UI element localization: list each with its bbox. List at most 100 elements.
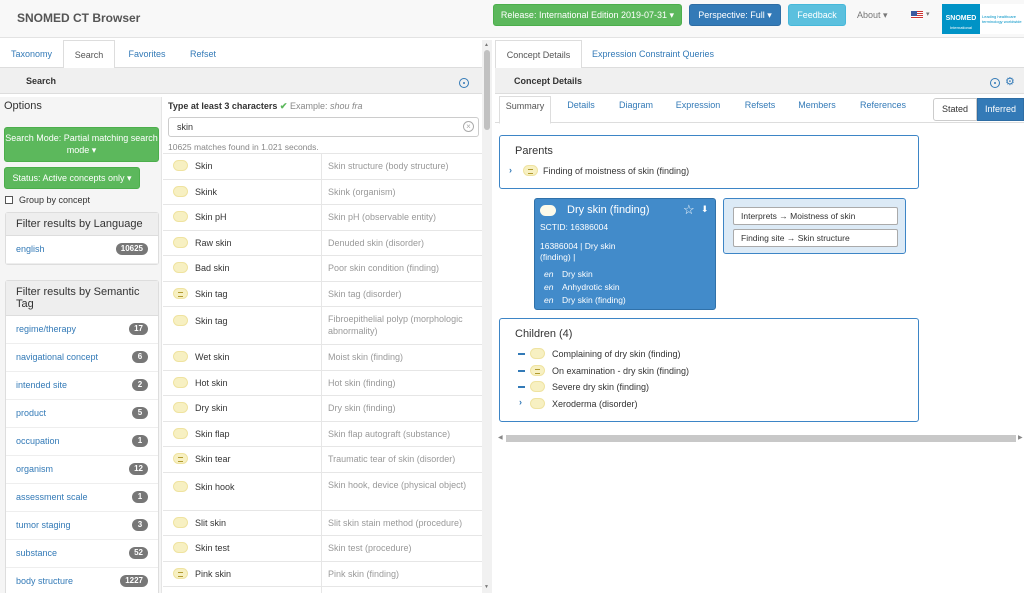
release-dropdown-button[interactable]: Release: International Edition 2019-07-3… bbox=[493, 4, 682, 26]
filter-label[interactable]: assessment scale bbox=[16, 492, 88, 502]
language-filter-item[interactable]: english 10625 bbox=[6, 236, 158, 264]
result-term[interactable]: Skin tag bbox=[195, 289, 228, 299]
result-term[interactable]: Skin test bbox=[195, 543, 230, 553]
result-term[interactable]: Skin flap bbox=[195, 429, 230, 439]
table-row[interactable]: Skin flap Skin flap autograft (substance) bbox=[163, 420, 482, 446]
semantic-tag-filter-item[interactable]: intended site 2 bbox=[6, 372, 158, 400]
semantic-tag-filter-item[interactable]: occupation 1 bbox=[6, 428, 158, 456]
filter-label[interactable]: product bbox=[16, 408, 46, 418]
perspective-dropdown-button[interactable]: Perspective: Full ▾ bbox=[689, 4, 781, 26]
scroll-right-arrow-icon[interactable]: ▶ bbox=[1018, 434, 1023, 441]
attribute-finding-site[interactable]: Finding site → Skin structure bbox=[733, 229, 898, 247]
filter-label[interactable]: tumor staging bbox=[16, 520, 71, 530]
tab-expression[interactable]: Expression bbox=[668, 96, 728, 123]
scrollbar-thumb[interactable] bbox=[484, 50, 490, 130]
status-filter-button[interactable]: Status: Active concepts only ▾ bbox=[4, 167, 140, 189]
details-horizontal-scrollbar[interactable]: ◀ ▶ bbox=[498, 434, 1024, 444]
scroll-up-arrow-icon[interactable]: ▲ bbox=[484, 42, 489, 48]
semantic-tag-filter-item[interactable]: body structure 1227 bbox=[6, 568, 158, 593]
tab-refset[interactable]: Refset bbox=[180, 40, 226, 68]
result-term[interactable]: Skin bbox=[195, 161, 213, 171]
tab-favorites[interactable]: Favorites bbox=[118, 40, 176, 68]
filter-label[interactable]: regime/therapy bbox=[16, 324, 76, 334]
semantic-tag-filter-item[interactable]: assessment scale 1 bbox=[6, 484, 158, 512]
filter-label[interactable]: navigational concept bbox=[16, 352, 98, 362]
table-row[interactable]: Skin tag Fibroepithelial polyp (morpholog… bbox=[163, 306, 482, 344]
tab-references[interactable]: References bbox=[851, 96, 915, 123]
result-term[interactable]: Skin pH bbox=[195, 212, 227, 222]
attribute-interprets[interactable]: Interprets → Moistness of skin bbox=[733, 207, 898, 225]
tab-refsets[interactable]: Refsets bbox=[735, 96, 785, 123]
table-row[interactable]: Dry skin Dry skin (finding) bbox=[163, 395, 482, 421]
tab-concept-details[interactable]: Concept Details bbox=[495, 40, 582, 69]
table-row[interactable]: Raw skin Denuded skin (disorder) bbox=[163, 229, 482, 255]
semantic-tag-filter-item[interactable]: regime/therapy 17 bbox=[6, 316, 158, 344]
scroll-down-arrow-icon[interactable]: ▼ bbox=[484, 584, 489, 590]
caret-down-icon[interactable]: ▾ bbox=[926, 10, 930, 18]
feedback-button[interactable]: Feedback bbox=[788, 4, 846, 26]
semantic-tag-filter-item[interactable]: navigational concept 6 bbox=[6, 344, 158, 372]
search-mode-button[interactable]: Search Mode: Partial matching search mod… bbox=[4, 127, 159, 162]
brand-title[interactable]: SNOMED CT Browser bbox=[17, 11, 140, 25]
result-term[interactable]: Hot skin bbox=[195, 378, 228, 388]
child-concept-link[interactable]: On examination - dry skin (finding) bbox=[552, 366, 689, 376]
table-row[interactable]: Skin test Skin test (procedure) bbox=[163, 535, 482, 561]
info-icon[interactable] bbox=[990, 78, 1000, 88]
tab-diagram[interactable]: Diagram bbox=[611, 96, 661, 123]
result-term[interactable]: Skin tag bbox=[195, 316, 228, 326]
chevron-right-icon[interactable]: › bbox=[509, 165, 512, 175]
gear-icon[interactable]: ⚙ bbox=[1005, 77, 1015, 88]
table-row[interactable]: Skin pH Skin pH (observable entity) bbox=[163, 204, 482, 230]
clear-search-icon[interactable]: × bbox=[463, 121, 474, 132]
tab-taxonomy[interactable]: Taxonomy bbox=[0, 40, 63, 68]
tab-summary[interactable]: Summary bbox=[499, 96, 551, 124]
result-term[interactable]: Bad skin bbox=[195, 263, 230, 273]
child-concept-link[interactable]: Severe dry skin (finding) bbox=[552, 382, 649, 392]
table-row[interactable]: Skin hook Skin hook, device (physical obj… bbox=[163, 471, 482, 510]
filter-label[interactable]: body structure bbox=[16, 576, 73, 586]
result-term[interactable]: Wet skin bbox=[195, 352, 229, 362]
result-term[interactable]: Dry skin bbox=[195, 403, 228, 413]
table-row[interactable]: Hot skin Hot skin (finding) bbox=[163, 369, 482, 395]
result-term[interactable]: Skink bbox=[195, 187, 217, 197]
star-icon[interactable]: ☆ bbox=[683, 202, 695, 218]
inferred-view-button[interactable]: Inferred bbox=[977, 98, 1024, 121]
result-term[interactable]: Skin hook bbox=[195, 482, 235, 492]
scrollbar-thumb[interactable] bbox=[506, 435, 1016, 442]
table-row[interactable]: Skink Skink (organism) bbox=[163, 178, 482, 204]
result-term[interactable]: Slit skin bbox=[195, 518, 226, 528]
table-row[interactable]: Skin tear Traumatic tear of skin (disorde… bbox=[163, 446, 482, 472]
semantic-tag-filter-item[interactable]: product 5 bbox=[6, 400, 158, 428]
table-row[interactable]: Skin tag Skin tag (disorder) bbox=[163, 280, 482, 306]
tab-expression-constraint-queries[interactable]: Expression Constraint Queries bbox=[587, 40, 719, 68]
table-row[interactable]: Skin markSkin mark (disorder) bbox=[163, 586, 482, 593]
group-by-concept-label[interactable]: Group by concept bbox=[19, 195, 90, 205]
info-icon[interactable] bbox=[459, 78, 469, 88]
download-icon[interactable]: ⬇ bbox=[701, 204, 709, 215]
group-by-concept-checkbox[interactable] bbox=[5, 196, 13, 204]
filter-label[interactable]: english bbox=[16, 244, 45, 254]
about-menu[interactable]: About ▾ bbox=[857, 10, 888, 21]
filter-label[interactable]: occupation bbox=[16, 436, 60, 446]
stated-view-button[interactable]: Stated bbox=[933, 98, 977, 121]
search-input[interactable] bbox=[168, 117, 479, 137]
table-row[interactable]: Slit skin Slit skin stain method (procedu… bbox=[163, 509, 482, 535]
table-row[interactable]: Pink skin Pink skin (finding) bbox=[163, 560, 482, 586]
table-row[interactable]: Skin Skin structure (body structure) bbox=[163, 153, 482, 179]
child-concept-link[interactable]: Xeroderma (disorder) bbox=[552, 399, 638, 409]
result-term[interactable]: Skin tear bbox=[195, 454, 231, 464]
tab-details[interactable]: Details bbox=[557, 96, 605, 123]
scroll-left-arrow-icon[interactable]: ◀ bbox=[498, 434, 503, 441]
filter-label[interactable]: intended site bbox=[16, 380, 67, 390]
child-concept-link[interactable]: Complaining of dry skin (finding) bbox=[552, 349, 681, 359]
filter-label[interactable]: organism bbox=[16, 464, 53, 474]
filter-label[interactable]: substance bbox=[16, 548, 57, 558]
semantic-tag-filter-item[interactable]: tumor staging 3 bbox=[6, 512, 158, 540]
parent-concept-link[interactable]: Finding of moistness of skin (finding) bbox=[543, 166, 689, 176]
table-row[interactable]: Bad skin Poor skin condition (finding) bbox=[163, 255, 482, 281]
chevron-right-icon[interactable]: › bbox=[519, 397, 522, 407]
semantic-tag-filter-item[interactable]: substance 52 bbox=[6, 540, 158, 568]
result-term[interactable]: Pink skin bbox=[195, 569, 231, 579]
table-row[interactable]: Wet skin Moist skin (finding) bbox=[163, 344, 482, 370]
us-flag-icon[interactable] bbox=[911, 11, 923, 19]
